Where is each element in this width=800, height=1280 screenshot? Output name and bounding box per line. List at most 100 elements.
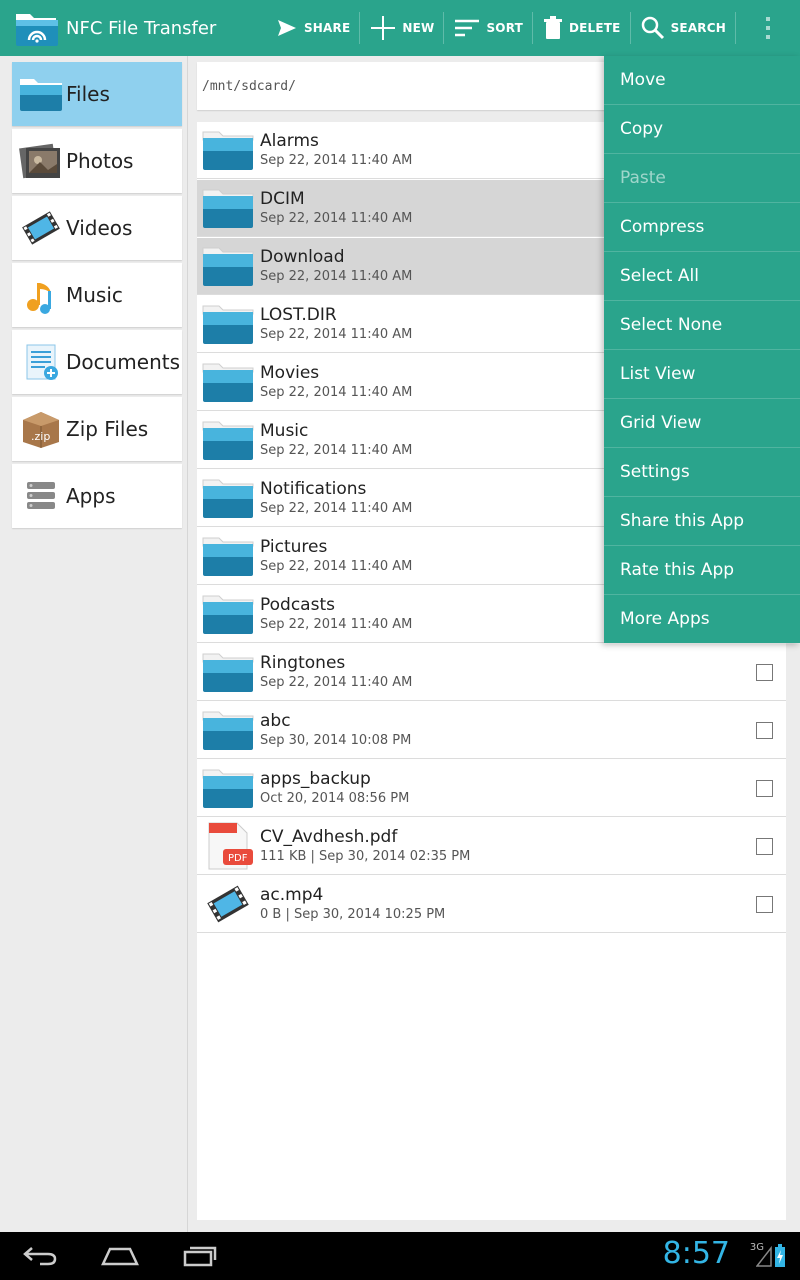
- sidebar-item-label: Documents: [66, 350, 181, 374]
- delete-button[interactable]: DELETE: [533, 0, 631, 56]
- music-note-icon: [18, 272, 64, 318]
- file-row[interactable]: Ringtones Sep 22, 2014 11:40 AM: [197, 644, 786, 701]
- home-icon: [101, 1247, 139, 1266]
- sidebar-item-label: Music: [66, 283, 123, 307]
- app-logo-icon: [14, 8, 60, 48]
- overflow-menu-button[interactable]: [736, 0, 800, 56]
- share-button[interactable]: SHARE: [266, 0, 361, 56]
- sidebar-item-label: Videos: [66, 216, 133, 240]
- file-text: Ringtones Sep 22, 2014 11:40 AM: [260, 653, 786, 691]
- file-meta: 111 KB | Sep 30, 2014 02:35 PM: [260, 849, 471, 864]
- zip-badge: .zip: [31, 430, 50, 443]
- share-label: SHARE: [303, 21, 351, 35]
- file-row[interactable]: ac.mp4 0 B | Sep 30, 2014 10:25 PM: [197, 876, 786, 933]
- menu-item-select-all[interactable]: Select All: [604, 252, 800, 301]
- back-arrow-icon: [23, 1247, 57, 1266]
- folder-icon: [200, 703, 256, 757]
- file-checkbox[interactable]: [756, 780, 773, 797]
- sort-lines-icon: [455, 19, 480, 37]
- send-icon: [277, 20, 296, 36]
- file-text: abc Sep 30, 2014 10:08 PM: [260, 711, 786, 749]
- overflow-menu: Move Copy Paste Compress Select All Select No…: [604, 56, 800, 644]
- zip-box-icon: .zip: [18, 406, 64, 452]
- file-row[interactable]: abc Sep 30, 2014 10:08 PM: [197, 702, 786, 759]
- file-checkbox[interactable]: [756, 722, 773, 739]
- file-meta: Sep 30, 2014 10:08 PM: [260, 733, 412, 748]
- system-nav-bar: 8:57 3G: [0, 1232, 800, 1280]
- new-label: NEW: [402, 21, 435, 35]
- file-name: ac.mp4: [260, 885, 324, 905]
- sidebar-item-files[interactable]: Files: [12, 62, 182, 126]
- folder-icon: [200, 355, 256, 409]
- recent-apps-button[interactable]: [178, 1240, 222, 1272]
- menu-item-move[interactable]: Move: [604, 56, 800, 105]
- file-checkbox[interactable]: [756, 664, 773, 681]
- sort-button[interactable]: SORT: [444, 0, 533, 56]
- folder-icon: [200, 529, 256, 583]
- sidebar-item-label: Zip Files: [66, 417, 149, 441]
- film-icon: [18, 205, 64, 251]
- recent-apps-icon: [183, 1246, 217, 1267]
- folder-icon: [200, 645, 256, 699]
- new-button[interactable]: NEW: [360, 0, 445, 56]
- menu-item-copy[interactable]: Copy: [604, 105, 800, 154]
- sidebar-item-music[interactable]: Music: [12, 263, 182, 327]
- video-file-icon: [200, 877, 256, 931]
- sidebar-item-documents[interactable]: Documents: [12, 330, 182, 394]
- sort-label: SORT: [486, 21, 523, 35]
- action-bar: NFC File Transfer SHARE NEW SORT DELETE …: [0, 0, 800, 56]
- menu-item-share-this-app[interactable]: Share this App: [604, 497, 800, 546]
- folder-icon: [18, 71, 64, 117]
- folder-icon: [200, 587, 256, 641]
- sidebar-item-label: Photos: [66, 149, 134, 173]
- search-icon: [641, 16, 664, 40]
- back-button[interactable]: [18, 1240, 62, 1272]
- document-icon: [18, 339, 64, 385]
- pdf-badge: PDF: [228, 853, 248, 864]
- battery-charging-icon: [775, 1244, 785, 1267]
- folder-icon: [200, 471, 256, 525]
- menu-item-settings[interactable]: Settings: [604, 448, 800, 497]
- sidebar-item-videos[interactable]: Videos: [12, 196, 182, 260]
- status-clock: 8:57: [662, 1236, 730, 1271]
- signal-strength-icon: [756, 1246, 772, 1267]
- apps-stack-icon: [18, 473, 64, 519]
- file-text: apps_backup Oct 20, 2014 08:56 PM: [260, 769, 786, 807]
- plus-icon: [371, 16, 396, 40]
- pdf-file-icon: PDF: [200, 819, 256, 873]
- file-meta: 0 B | Sep 30, 2014 10:25 PM: [260, 907, 446, 922]
- menu-item-list-view[interactable]: List View: [604, 350, 800, 399]
- menu-item-compress[interactable]: Compress: [604, 203, 800, 252]
- menu-item-paste[interactable]: Paste: [604, 154, 800, 203]
- sidebar-item-apps[interactable]: Apps: [12, 464, 182, 528]
- search-button[interactable]: SEARCH: [631, 0, 737, 56]
- file-checkbox[interactable]: [756, 838, 773, 855]
- folder-icon: [200, 297, 256, 351]
- folder-icon: [200, 761, 256, 815]
- folder-icon: [200, 123, 256, 177]
- folder-icon: [200, 413, 256, 467]
- home-button[interactable]: [98, 1240, 142, 1272]
- menu-item-more-apps[interactable]: More Apps: [604, 595, 800, 644]
- search-label: SEARCH: [670, 21, 726, 35]
- file-name: apps_backup: [260, 769, 371, 789]
- sidebar-item-label: Apps: [66, 484, 116, 508]
- current-path: /mnt/sdcard/: [202, 78, 296, 94]
- sidebar-item-zip-files[interactable]: .zip Zip Files: [12, 397, 182, 461]
- file-row[interactable]: PDF CV_Avdhesh.pdf 111 KB | Sep 30, 2014 0…: [197, 818, 786, 875]
- menu-item-rate-this-app[interactable]: Rate this App: [604, 546, 800, 595]
- file-name: abc: [260, 711, 291, 731]
- vertical-dots-icon: [766, 17, 770, 39]
- sidebar-item-label: Files: [66, 82, 110, 106]
- file-meta: Sep 22, 2014 11:40 AM: [260, 675, 413, 690]
- sidebar: Files Photos Videos Music Documents .zip…: [0, 56, 188, 1232]
- file-meta: Oct 20, 2014 08:56 PM: [260, 791, 410, 806]
- sidebar-item-photos[interactable]: Photos: [12, 129, 182, 193]
- menu-item-grid-view[interactable]: Grid View: [604, 399, 800, 448]
- delete-label: DELETE: [568, 21, 621, 35]
- file-checkbox[interactable]: [756, 896, 773, 913]
- trash-icon: [543, 16, 562, 39]
- file-row[interactable]: apps_backup Oct 20, 2014 08:56 PM: [197, 760, 786, 817]
- file-text: ac.mp4 0 B | Sep 30, 2014 10:25 PM: [260, 885, 786, 923]
- menu-item-select-none[interactable]: Select None: [604, 301, 800, 350]
